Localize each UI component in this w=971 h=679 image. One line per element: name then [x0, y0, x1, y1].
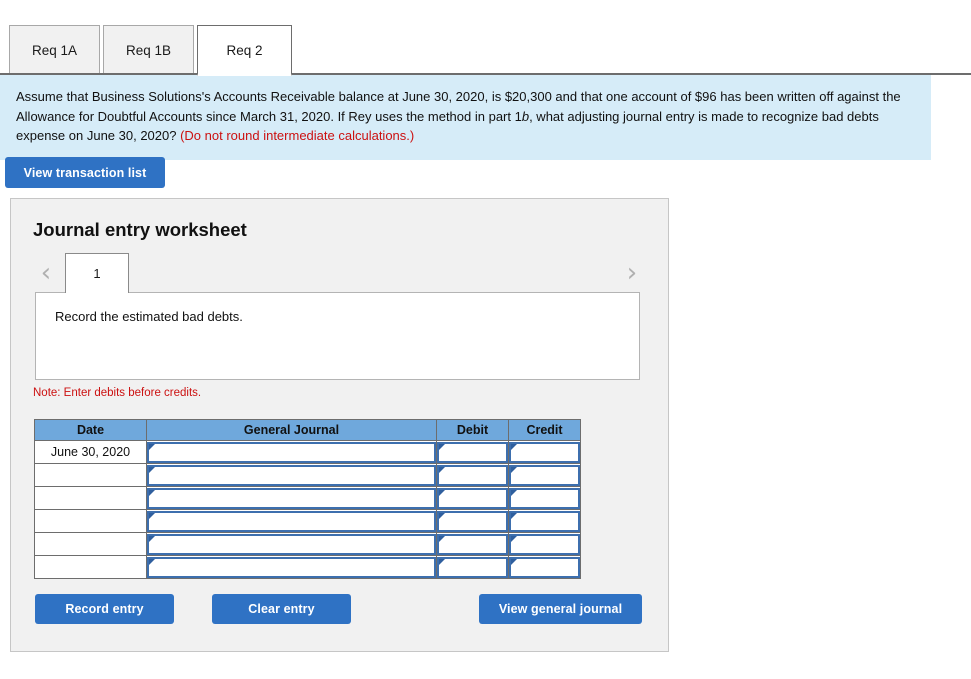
- table-row: [34, 486, 581, 510]
- tab-req-1a[interactable]: Req 1A: [9, 25, 100, 75]
- clear-entry-button[interactable]: Clear entry: [212, 594, 351, 624]
- cell-general-journal-3[interactable]: [146, 486, 437, 510]
- requirement-tab-strip: Req 1A Req 1B Req 2: [0, 0, 971, 76]
- cell-date-3: [34, 486, 147, 510]
- debits-before-credits-note: Note: Enter debits before credits.: [33, 387, 202, 399]
- cell-debit-5[interactable]: [436, 532, 509, 556]
- view-general-journal-button[interactable]: View general journal: [479, 594, 642, 624]
- cell-debit-3[interactable]: [436, 486, 509, 510]
- tab-req-1b[interactable]: Req 1B: [103, 25, 194, 75]
- worksheet-page-tab-1[interactable]: 1: [65, 253, 129, 293]
- input-credit-4[interactable]: [509, 510, 580, 532]
- entry-description-text: Record the estimated bad debts.: [55, 309, 243, 324]
- column-header-debit: Debit: [436, 419, 509, 441]
- cell-general-journal-2[interactable]: [146, 463, 437, 487]
- input-debit-1[interactable]: [437, 441, 508, 463]
- column-header-general-journal: General Journal: [146, 419, 437, 441]
- chevron-left-icon[interactable]: ‹: [35, 259, 57, 289]
- cell-credit-5[interactable]: [508, 532, 581, 556]
- input-debit-6[interactable]: [437, 556, 508, 578]
- input-debit-2[interactable]: [437, 464, 508, 486]
- cell-date-1: June 30, 2020: [34, 440, 147, 464]
- cell-credit-2[interactable]: [508, 463, 581, 487]
- page-title: Journal entry worksheet: [33, 219, 247, 240]
- cell-general-journal-1[interactable]: [146, 440, 437, 464]
- cell-date-2: [34, 463, 147, 487]
- cell-general-journal-6[interactable]: [146, 555, 437, 579]
- question-hint: (Do not round intermediate calculations.…: [180, 128, 415, 143]
- cell-credit-6[interactable]: [508, 555, 581, 579]
- cell-debit-2[interactable]: [436, 463, 509, 487]
- journal-entry-worksheet-panel: Journal entry worksheet ‹ › 1 Record the…: [10, 198, 669, 652]
- input-credit-1[interactable]: [509, 441, 580, 463]
- input-debit-5[interactable]: [437, 533, 508, 555]
- chevron-right-icon[interactable]: ›: [621, 259, 643, 289]
- input-credit-3[interactable]: [509, 487, 580, 509]
- input-general-journal-3[interactable]: [147, 487, 436, 509]
- journal-entry-table: Date General Journal Debit Credit June 3…: [34, 419, 581, 579]
- table-header-row: Date General Journal Debit Credit: [34, 419, 581, 441]
- cell-general-journal-4[interactable]: [146, 509, 437, 533]
- table-row: June 30, 2020: [34, 440, 581, 464]
- cell-debit-4[interactable]: [436, 509, 509, 533]
- cell-date-6: [34, 555, 147, 579]
- input-debit-3[interactable]: [437, 487, 508, 509]
- question-text-italic: b: [521, 108, 530, 124]
- entry-description-box: Record the estimated bad debts.: [35, 292, 640, 380]
- column-header-credit: Credit: [508, 419, 581, 441]
- input-general-journal-1[interactable]: [147, 441, 436, 463]
- cell-date-4: [34, 509, 147, 533]
- cell-credit-1[interactable]: [508, 440, 581, 464]
- cell-general-journal-5[interactable]: [146, 532, 437, 556]
- tab-req-2[interactable]: Req 2: [197, 25, 292, 76]
- question-banner: Assume that Business Solutions's Account…: [0, 75, 931, 160]
- table-row: [34, 555, 581, 579]
- input-credit-6[interactable]: [509, 556, 580, 578]
- table-row: [34, 463, 581, 487]
- input-debit-4[interactable]: [437, 510, 508, 532]
- input-general-journal-4[interactable]: [147, 510, 436, 532]
- input-general-journal-2[interactable]: [147, 464, 436, 486]
- cell-debit-1[interactable]: [436, 440, 509, 464]
- column-header-date: Date: [34, 419, 147, 441]
- cell-debit-6[interactable]: [436, 555, 509, 579]
- cell-credit-3[interactable]: [508, 486, 581, 510]
- input-general-journal-6[interactable]: [147, 556, 436, 578]
- cell-date-5: [34, 532, 147, 556]
- input-credit-2[interactable]: [509, 464, 580, 486]
- table-row: [34, 532, 581, 556]
- table-row: [34, 509, 581, 533]
- journal-entry-table-body: June 30, 2020: [34, 440, 581, 579]
- input-general-journal-5[interactable]: [147, 533, 436, 555]
- view-transaction-list-button[interactable]: View transaction list: [5, 157, 165, 188]
- record-entry-button[interactable]: Record entry: [35, 594, 174, 624]
- input-credit-5[interactable]: [509, 533, 580, 555]
- cell-credit-4[interactable]: [508, 509, 581, 533]
